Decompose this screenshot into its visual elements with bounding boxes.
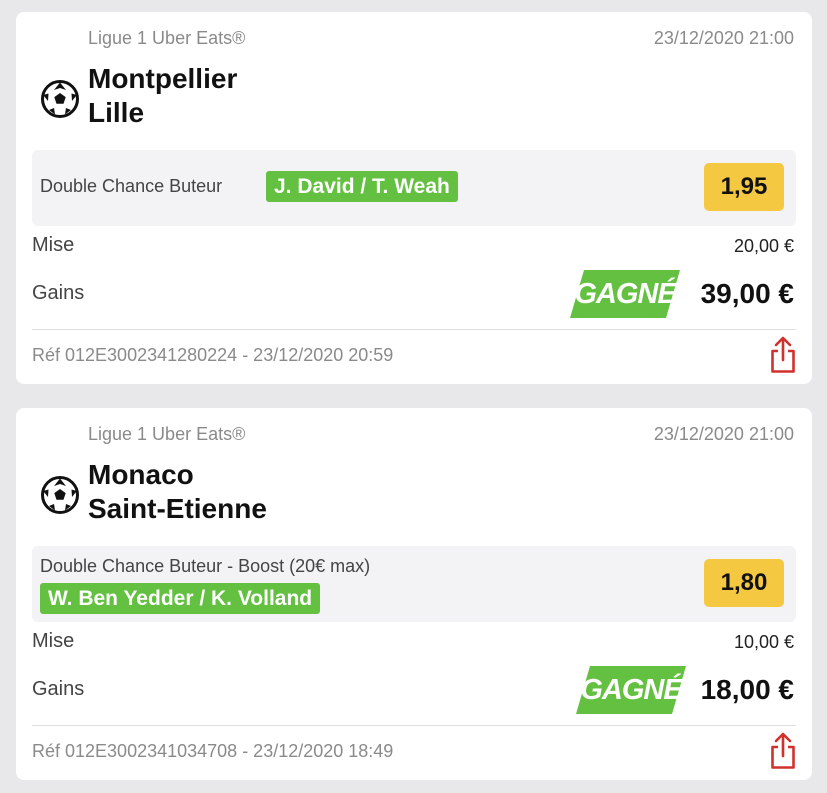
winnings-label: Gains [32,282,85,304]
divider [32,725,796,726]
share-icon[interactable] [770,732,796,770]
share-icon[interactable] [770,336,796,374]
market-name: Double Chance Buteur [40,176,223,196]
match-teams[interactable]: Montpellier Lille [88,62,237,130]
match-date: 23/12/2020 21:00 [653,28,794,48]
selection-box: Double Chance Buteur J. David / T. Weah … [32,150,796,226]
odds-badge: 1,80 [704,559,784,607]
bet-card[interactable]: Ligue 1 Uber Eats® 23/12/2020 21:00 Mont… [16,12,812,384]
team-home: Montpellier [88,63,238,94]
divider [32,329,796,330]
soccer-ball-icon [41,80,79,118]
stake-label: Mise [32,234,75,256]
market-name: Double Chance Buteur - Boost (20€ max) [40,556,371,576]
match-teams[interactable]: Monaco Saint-Etienne [88,458,267,526]
selection-badge: W. Ben Yedder / K. Volland [40,583,321,614]
league-name: Ligue 1 Uber Eats® [88,28,246,48]
won-status-text: GAGNÉ [580,673,682,706]
stake-label: Mise [32,630,75,652]
winnings-value: 18,00 € [700,674,794,705]
won-status-badge: GAGNÉ [570,270,680,318]
odds-badge: 1,95 [704,163,784,211]
team-away: Lille [88,97,145,128]
bet-card[interactable]: Ligue 1 Uber Eats® 23/12/2020 21:00 Mona… [16,408,812,780]
stake-value: 10,00 € [733,632,794,652]
won-status-text: GAGNÉ [574,277,676,310]
selection-box: Double Chance Buteur - Boost (20€ max) W… [32,546,796,622]
team-away: Saint-Etienne [88,493,267,524]
soccer-ball-icon [41,476,79,514]
league-name: Ligue 1 Uber Eats® [88,424,246,444]
bet-reference: Réf 012E3002341034708 - 23/12/2020 18:49 [32,741,394,761]
selection-badge: J. David / T. Weah [266,171,458,202]
winnings-value: 39,00 € [700,278,794,309]
team-home: Monaco [88,459,194,490]
match-date: 23/12/2020 21:00 [653,424,794,444]
stake-value: 20,00 € [733,236,794,256]
bet-reference: Réf 012E3002341280224 - 23/12/2020 20:59 [32,345,394,365]
won-status-badge: GAGNÉ [576,666,686,714]
winnings-label: Gains [32,678,85,700]
